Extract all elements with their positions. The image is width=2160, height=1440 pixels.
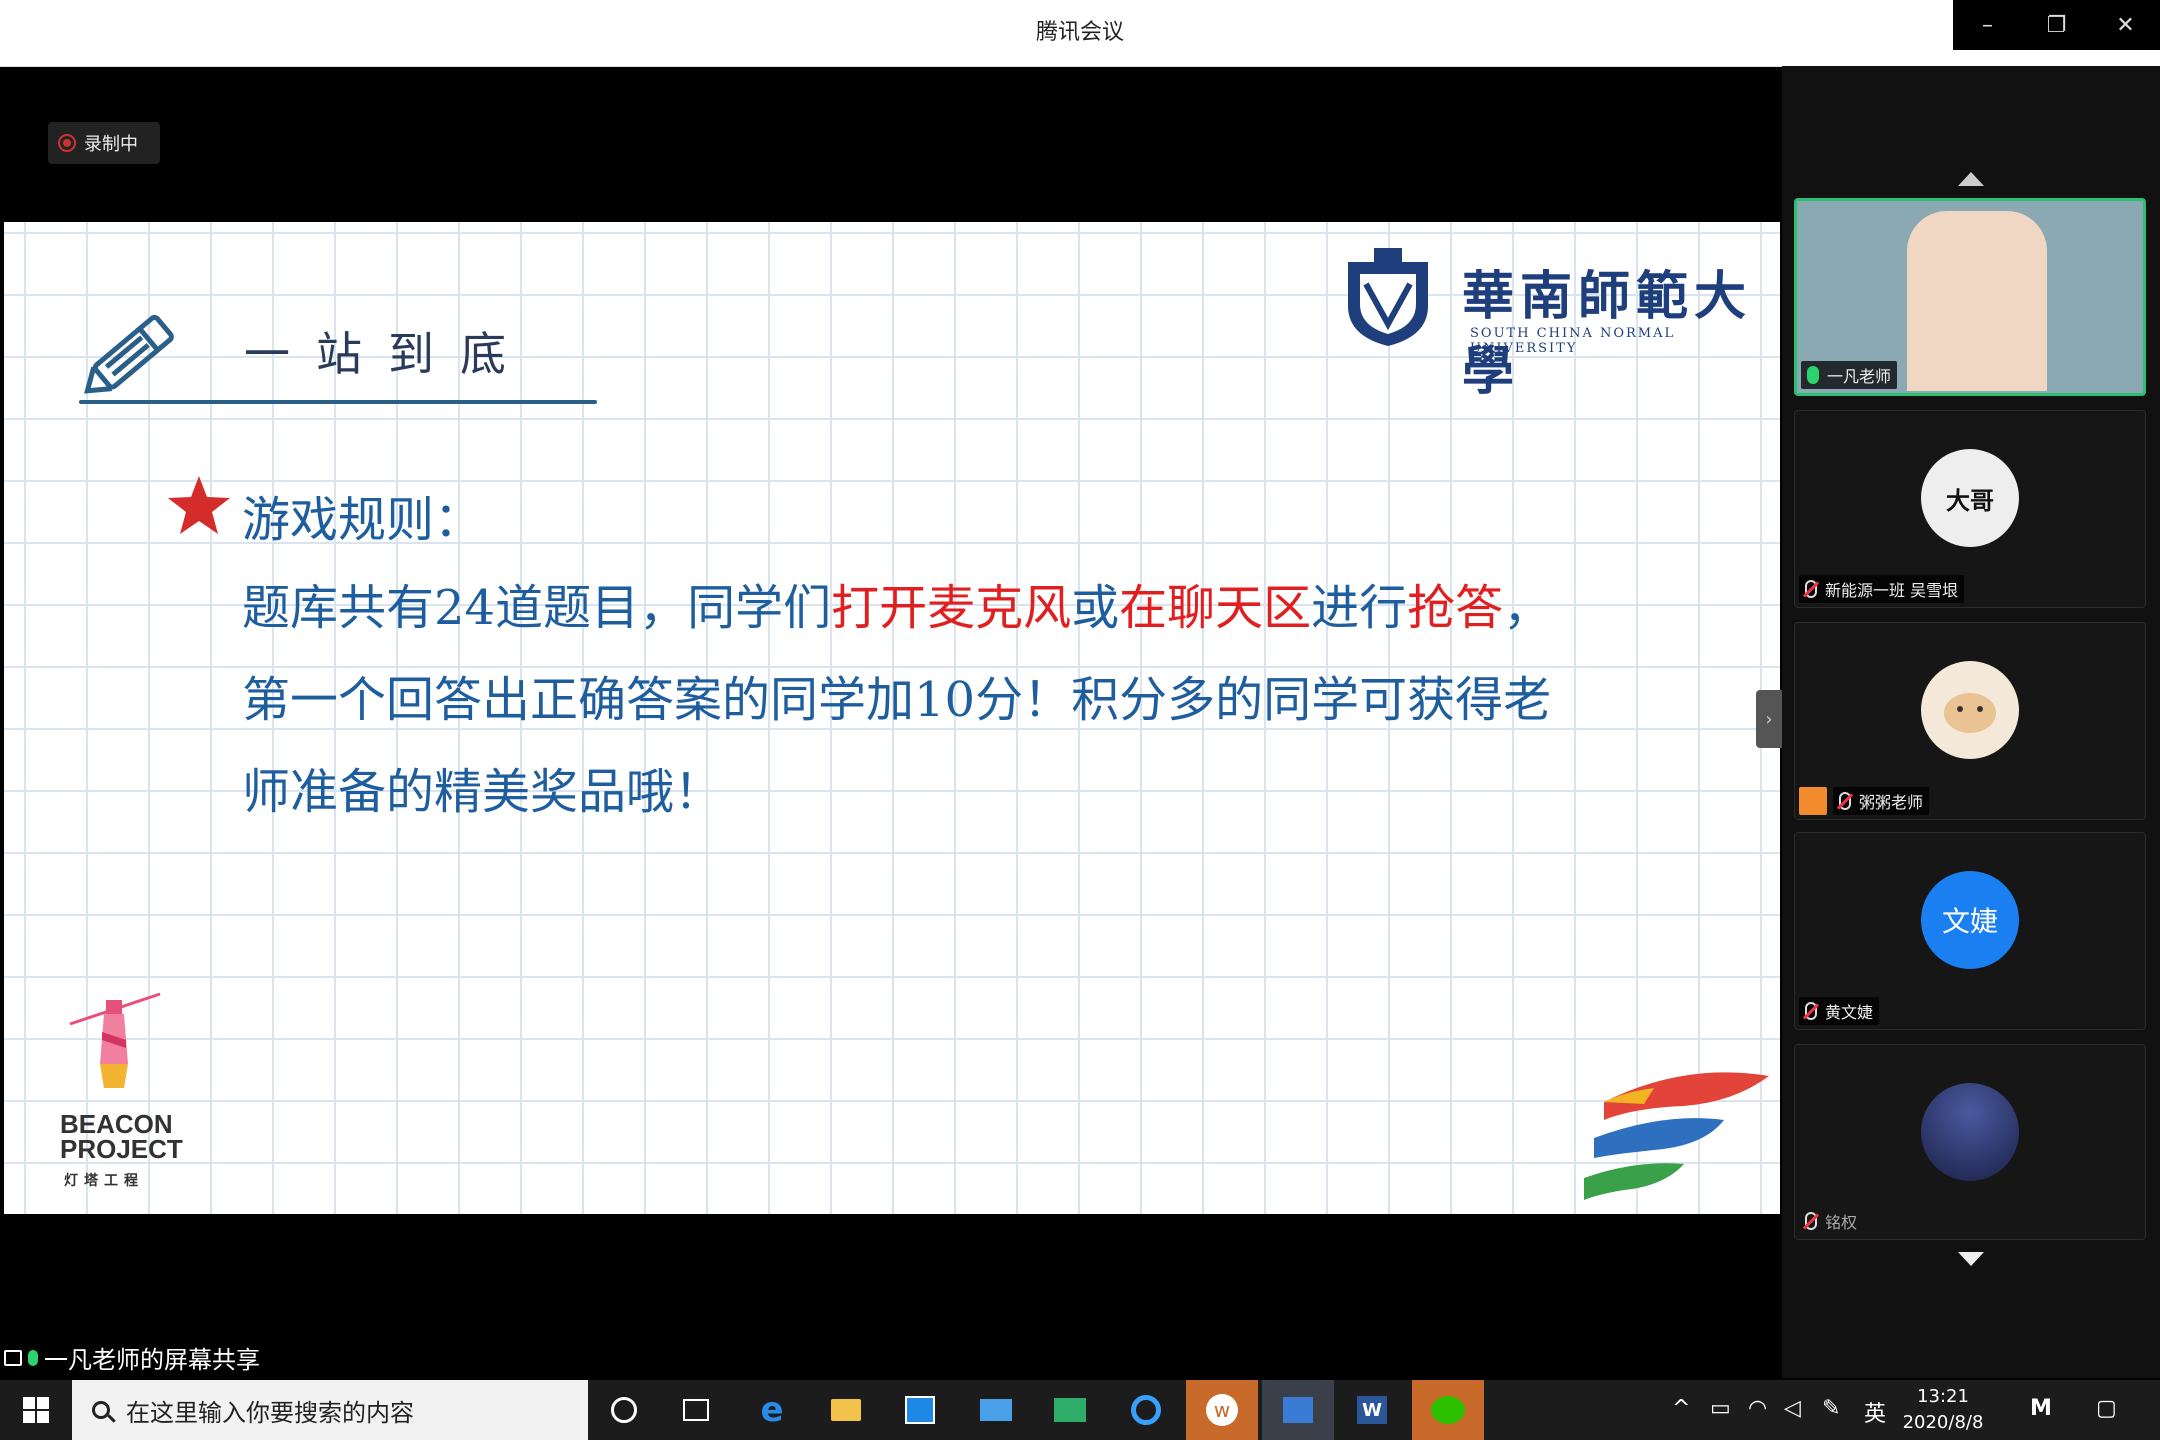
star-icon	[168, 476, 230, 534]
windows-start-icon[interactable]	[0, 1380, 72, 1440]
taskbar-search[interactable]: 在这里输入你要搜索的内容	[72, 1380, 588, 1440]
volume-icon[interactable]: ◁	[1784, 1396, 1801, 1421]
rules-text: 或	[1071, 580, 1120, 636]
store-icon[interactable]	[884, 1380, 956, 1440]
edge-browser-icon[interactable]: e	[736, 1380, 808, 1440]
participant-name: 黄文婕	[1825, 1003, 1874, 1022]
participant-name: 一凡老师	[1827, 367, 1892, 386]
rules-text: 进行	[1311, 580, 1408, 636]
maps-icon[interactable]	[1034, 1380, 1106, 1440]
participant-name-wrap: 粥粥老师	[1833, 787, 1930, 815]
video-player-icon[interactable]	[1262, 1380, 1334, 1440]
word-icon[interactable]: W	[1336, 1380, 1408, 1440]
minimize-button[interactable]: –	[1953, 0, 2022, 50]
recording-badge[interactable]: 录制中	[48, 122, 160, 164]
mic-muted-icon	[1839, 792, 1851, 810]
participant-name: 铭权	[1825, 1213, 1858, 1232]
window-titlebar: 腾讯会议	[0, 0, 2160, 67]
meeting-tray-icon[interactable]: M	[2030, 1396, 2052, 1421]
mic-muted-icon	[1805, 1002, 1817, 1020]
rules-highlight: 抢答	[1407, 580, 1504, 636]
participant-avatar: 大哥	[1921, 449, 2019, 547]
participant-avatar	[1921, 1083, 2019, 1181]
hamster-avatar-icon	[1944, 693, 1996, 733]
clock-date: 2020/8/8	[1902, 1412, 1984, 1433]
wifi-icon[interactable]: ◠	[1748, 1396, 1767, 1421]
pen-icon[interactable]: ✎	[1822, 1396, 1840, 1421]
university-name-en: SOUTH CHINA NORMAL UNIVERSITY	[1470, 326, 1676, 356]
participant-tile[interactable]: 一凡老师	[1794, 198, 2146, 396]
tray-expand-icon[interactable]: ^	[1672, 1396, 1690, 1421]
participant-label: 铭权	[1799, 1207, 1863, 1235]
mic-on-icon	[1807, 366, 1819, 384]
wps-icon[interactable]: w	[1186, 1380, 1258, 1440]
participant-name: 新能源一班 吴雪垠	[1825, 581, 1959, 600]
shared-slide: 一站到底 華南師範大學 SOUTH CHINA NORMAL UNIVERSIT…	[4, 222, 1780, 1214]
close-button[interactable]: ✕	[2091, 0, 2160, 50]
search-icon	[92, 1401, 110, 1419]
rules-highlight: 在聊天区	[1119, 580, 1312, 636]
recording-label: 录制中	[84, 134, 138, 155]
participant-label: 一凡老师	[1801, 361, 1898, 389]
ime-indicator[interactable]: 英	[1864, 1396, 1886, 1428]
rules-body: 题库共有24道题目，同学们打开麦克风或在聊天区进行抢答，第一个回答出正确答案的同…	[242, 562, 1562, 838]
search-placeholder: 在这里输入你要搜索的内容	[126, 1398, 414, 1427]
screen-share-caption: 一凡老师的屏幕共享	[4, 1340, 260, 1375]
screen-share-label: 一凡老师的屏幕共享	[44, 1346, 260, 1374]
mic-muted-icon	[1805, 1212, 1817, 1230]
screen-share-icon	[4, 1349, 22, 1366]
notifications-icon[interactable]: ▢	[2096, 1396, 2117, 1421]
university-emblem	[1348, 248, 1428, 346]
participant-label: 新能源一班 吴雪垠	[1799, 575, 1965, 603]
participant-label: 粥粥老师	[1799, 787, 1930, 815]
window-controls: – ❐ ✕	[1953, 0, 2160, 50]
participant-avatar: 文婕	[1921, 871, 2019, 969]
mic-on-icon	[28, 1349, 38, 1366]
tencent-meeting-icon[interactable]	[1110, 1380, 1182, 1440]
beacon-lighthouse-logo	[69, 992, 161, 1088]
participant-tile[interactable]: 文婕 黄文婕	[1794, 832, 2146, 1030]
window-title: 腾讯会议	[1035, 20, 1124, 45]
scroll-down-icon[interactable]	[1958, 1252, 1984, 1266]
taskbar-clock[interactable]: 13:21 2020/8/8	[1888, 1384, 1998, 1436]
cortana-icon[interactable]	[588, 1380, 660, 1440]
battery-icon[interactable]: ▭	[1710, 1396, 1731, 1421]
restore-button[interactable]: ❐	[2022, 0, 2091, 50]
beacon-project-logo: BEACON PROJECT	[60, 1111, 183, 1164]
host-icon	[1799, 787, 1827, 815]
collapse-panel-button[interactable]: ›	[1756, 690, 1782, 748]
clock-time: 13:21	[1917, 1386, 1969, 1407]
task-view-icon[interactable]	[660, 1380, 732, 1440]
beacon-line2: PROJECT	[60, 1134, 183, 1164]
pencil-icon	[84, 314, 174, 394]
beacon-cn-label: 灯塔工程	[64, 1173, 144, 1189]
participant-label: 黄文婕	[1799, 997, 1880, 1025]
slide-heading: 一站到底	[244, 327, 532, 381]
taskbar: 在这里输入你要搜索的内容 e w W ^ ▭ ◠ ◁ ✎ 英 13:21 202…	[0, 1380, 2160, 1440]
rainbow-flag-logo	[1584, 1072, 1769, 1200]
rules-text: 题库共有24道题目，同学们	[242, 580, 832, 636]
rules-title: 游戏规则：	[242, 492, 483, 548]
participant-tile[interactable]: 铭权	[1794, 1044, 2146, 1240]
participant-video	[1907, 211, 2047, 391]
participant-tile[interactable]: 大哥 新能源一班 吴雪垠	[1794, 410, 2146, 608]
file-explorer-icon[interactable]	[810, 1380, 882, 1440]
wechat-icon[interactable]	[1412, 1380, 1484, 1440]
scroll-up-icon[interactable]	[1958, 172, 1984, 186]
participant-name: 粥粥老师	[1859, 793, 1924, 812]
participant-avatar	[1921, 661, 2019, 759]
rules-highlight: 打开麦克风	[831, 580, 1072, 636]
mail-icon[interactable]	[960, 1380, 1032, 1440]
heading-underline	[79, 400, 597, 404]
participant-tile[interactable]: 粥粥老师	[1794, 622, 2146, 820]
mic-muted-icon	[1805, 580, 1817, 598]
record-icon	[58, 134, 76, 152]
